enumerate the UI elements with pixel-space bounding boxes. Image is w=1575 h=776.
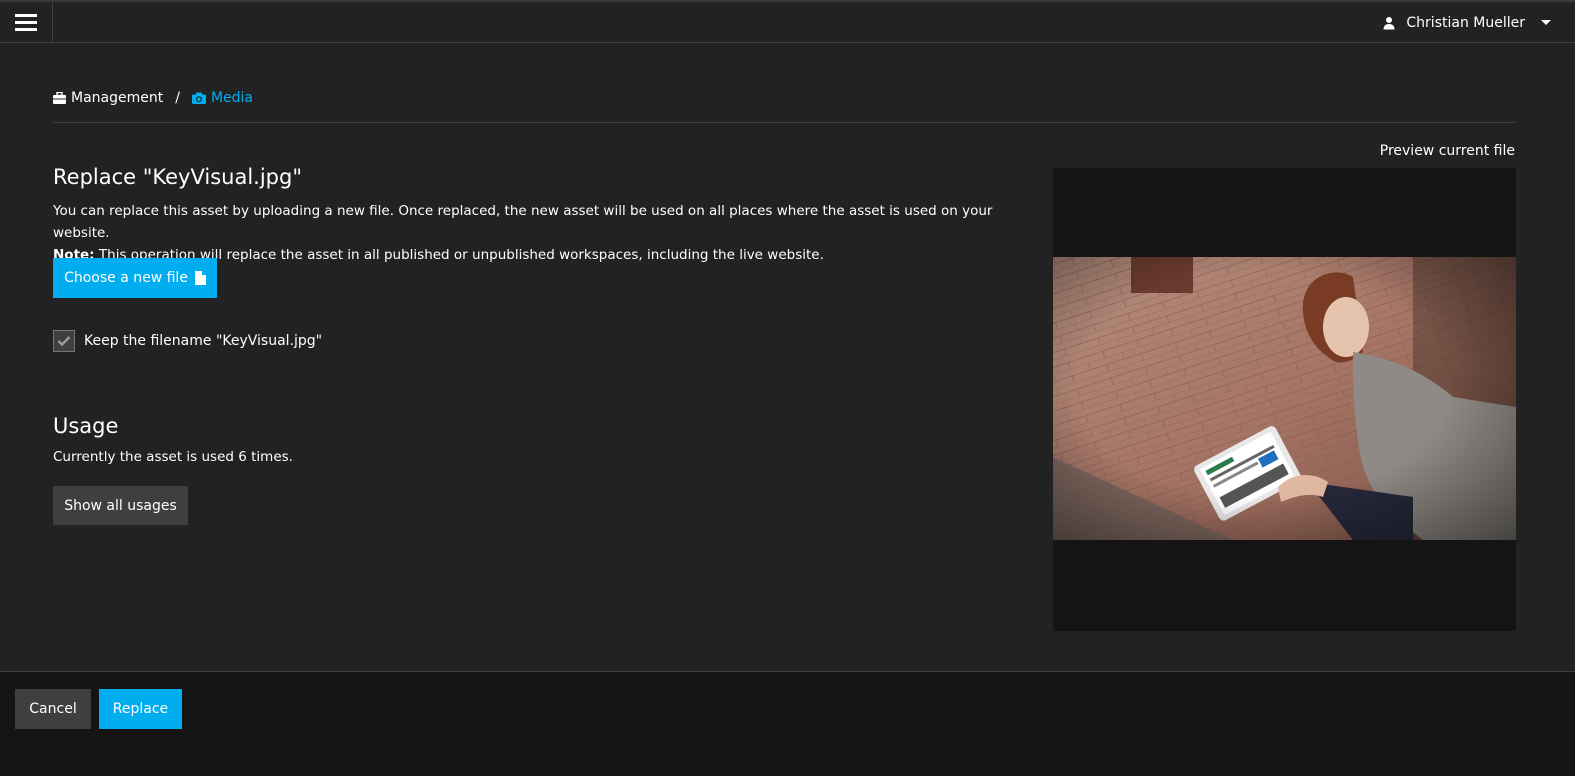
photo-illustration [1053, 257, 1516, 540]
menu-icon [15, 14, 37, 17]
file-icon [194, 271, 206, 285]
preview-current-file-link[interactable]: Preview current file [1380, 143, 1515, 159]
chevron-down-icon [1541, 20, 1551, 25]
show-all-usages-button[interactable]: Show all usages [53, 486, 188, 525]
replace-button[interactable]: Replace [99, 689, 182, 729]
briefcase-icon [53, 92, 66, 104]
preview-container [1053, 168, 1516, 631]
top-bar: Christian Mueller [0, 0, 1575, 43]
usage-heading: Usage [53, 414, 119, 438]
camera-icon [191, 92, 206, 104]
cancel-button[interactable]: Cancel [15, 689, 91, 729]
choose-file-button[interactable]: Choose a new file [53, 258, 217, 298]
footer-bar: Cancel Replace [0, 671, 1575, 776]
page-title: Replace "KeyVisual.jpg" [53, 165, 302, 189]
hamburger-menu-button[interactable] [0, 2, 53, 43]
preview-image [1053, 257, 1516, 540]
replace-description: You can replace this asset by uploading … [53, 200, 1033, 266]
breadcrumb-management[interactable]: Management [53, 90, 163, 106]
user-menu[interactable]: Christian Mueller [1382, 2, 1551, 43]
breadcrumb: Management / Media [53, 90, 1516, 123]
keep-filename-checkbox[interactable] [53, 330, 75, 352]
user-icon [1383, 16, 1395, 29]
breadcrumb-separator: / [175, 90, 180, 106]
keep-filename-option: Keep the filename "KeyVisual.jpg" [53, 330, 322, 352]
check-icon [57, 336, 71, 347]
usage-count-text: Currently the asset is used 6 times. [53, 449, 293, 465]
keep-filename-label: Keep the filename "KeyVisual.jpg" [84, 333, 323, 349]
breadcrumb-media[interactable]: Media [191, 90, 253, 106]
description-text: You can replace this asset by uploading … [53, 203, 993, 241]
user-name: Christian Mueller [1406, 14, 1525, 31]
